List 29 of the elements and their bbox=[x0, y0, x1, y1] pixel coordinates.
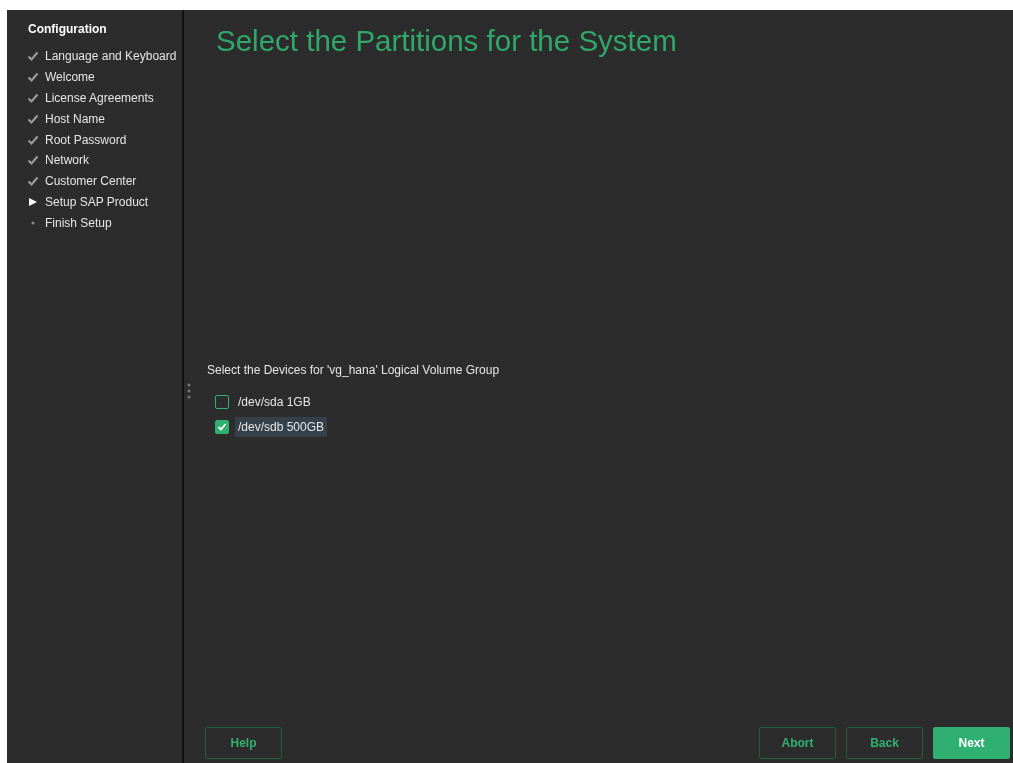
sidebar-step: Customer Center bbox=[45, 174, 137, 189]
sidebar-title: Configuration bbox=[28, 22, 108, 36]
sidebar-step: Root Password bbox=[45, 132, 127, 147]
checkmark-icon bbox=[27, 92, 39, 104]
page-title: Select the Partitions for the System bbox=[216, 24, 678, 58]
drag-handle-icon[interactable] bbox=[187, 382, 191, 400]
wizard-button[interactable]: Back bbox=[846, 727, 923, 759]
sidebar-step: Language and Keyboard bbox=[45, 49, 177, 64]
checkmark-icon bbox=[27, 154, 39, 167]
play-icon bbox=[27, 195, 39, 208]
checkmark-icon bbox=[27, 112, 39, 125]
checkmark-icon bbox=[27, 50, 39, 63]
wizard-button[interactable]: Help bbox=[205, 727, 282, 759]
sidebar-step: Welcome bbox=[45, 70, 95, 85]
checkbox[interactable] bbox=[215, 394, 229, 409]
sidebar-step: Host Name bbox=[45, 111, 106, 126]
sidebar-step: Finish Setup bbox=[45, 215, 112, 230]
wizard-button[interactable]: Abort bbox=[759, 727, 836, 759]
group-label: Select the Devices for 'vg_hana' Logical Volume Group bbox=[207, 363, 501, 377]
device-label[interactable]: /dev/sdb 500GB bbox=[235, 416, 328, 437]
primary-button[interactable]: Next bbox=[933, 727, 1010, 759]
checkmark-icon bbox=[27, 175, 39, 188]
device-label[interactable]: /dev/sda 1GB bbox=[235, 391, 314, 412]
checkmark-icon bbox=[27, 71, 39, 84]
checkmark-icon bbox=[27, 133, 39, 146]
sidebar-step: Setup SAP Product bbox=[45, 194, 149, 209]
sidebar-step: Network bbox=[45, 153, 89, 168]
checkbox[interactable] bbox=[215, 419, 229, 434]
sidebar-step: License Agreements bbox=[45, 91, 154, 105]
